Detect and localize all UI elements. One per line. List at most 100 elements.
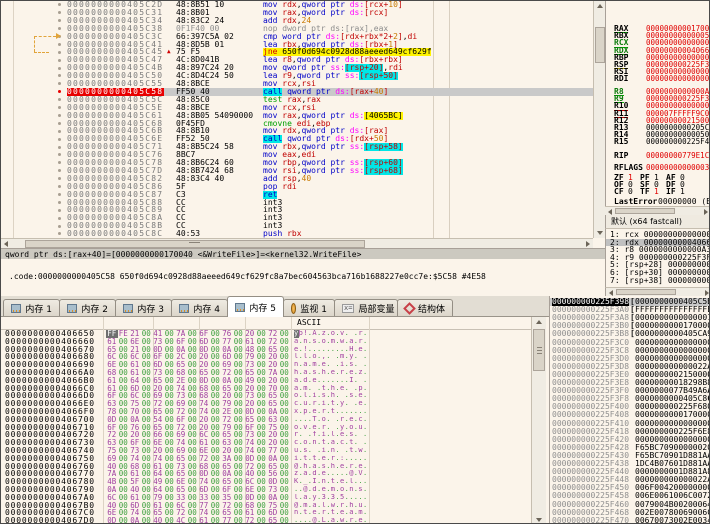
scroll-up-icon[interactable] bbox=[597, 4, 603, 8]
calling-convention-header[interactable]: 默认 (x64 fastcall) bbox=[605, 215, 710, 229]
scroll-right-icon[interactable] bbox=[586, 241, 590, 247]
disasm-row[interactable]: 0000000000405C5C48:85C0test rax,rax bbox=[1, 96, 593, 104]
tab-watch-5[interactable]: 监视 1 bbox=[283, 299, 335, 316]
scroll-down-icon[interactable] bbox=[597, 231, 603, 235]
tab-locals-6[interactable]: x=局部变量 bbox=[334, 299, 398, 316]
arguments-pane[interactable]: 1: rcx 00000000000000D82: rdx 0000000000… bbox=[605, 230, 710, 287]
instruction-bytes: 4C:8D4C24 50 bbox=[176, 72, 260, 80]
instruction-address: 0000000000405C5C bbox=[67, 96, 164, 104]
instruction-address: 0000000000405C7D bbox=[67, 167, 164, 175]
disasm-row[interactable]: 0000000000405C8248:83C4 40add rsp,40 bbox=[1, 175, 593, 183]
disasm-row[interactable]: 0000000000405C4B48:897C24 20mov qword pt… bbox=[1, 64, 593, 72]
hex-byte: 65 bbox=[267, 517, 279, 524]
tab-memory-4[interactable]: 内存 5 bbox=[227, 296, 284, 317]
disasm-row[interactable]: 0000000000405C474C:8D041Blea r8,qword pt… bbox=[1, 56, 593, 64]
instruction-text: call qword ptr ds:[rax+40] bbox=[263, 88, 431, 96]
argument-index: 7: bbox=[610, 276, 624, 285]
disasm-row[interactable]: 0000000000405C88CCint3 bbox=[1, 199, 593, 207]
disasm-row[interactable]: 0000000000405C5E48:8BCEmov rcx,rsi bbox=[1, 104, 593, 112]
instruction-bytes: 48:8B05 54090000 bbox=[176, 112, 260, 120]
ascii-char: . bbox=[363, 338, 368, 346]
disasm-row[interactable]: 0000000000405C58FF50 40call qword ptr ds… bbox=[1, 88, 593, 96]
ascii-char: . bbox=[345, 330, 350, 338]
disasm-row[interactable]: 0000000000405C7148:8B5C24 58mov rbx,qwor… bbox=[1, 143, 593, 151]
hex-byte: 00 bbox=[256, 517, 268, 524]
instruction-text: push rbx bbox=[263, 230, 431, 238]
disasm-row[interactable]: 0000000000405C768BC7mov eax,edi bbox=[1, 151, 593, 159]
disasm-row[interactable]: 0000000000405C8C40:53push rbx bbox=[1, 230, 593, 238]
ascii-char: . bbox=[326, 424, 331, 432]
disasm-row[interactable]: 0000000000405C6EFF52 50call qword ptr ds… bbox=[1, 135, 593, 143]
status-info-line: qword ptr ds:[rax+40]=[0000000000170040 … bbox=[1, 248, 605, 259]
disasm-row[interactable]: 0000000000405C6148:8B05 54090000mov rax,… bbox=[1, 112, 593, 120]
ascii-column-header: ASCII bbox=[297, 317, 321, 329]
instruction-text: lea r8,qword ptr ds:[rbx+rbx] bbox=[263, 56, 431, 64]
disassembly-pane[interactable]: 0000000000405C2D48:8B51 10mov rdx,qword … bbox=[1, 1, 593, 238]
scroll-handle[interactable] bbox=[595, 27, 605, 63]
scroll-down-icon[interactable] bbox=[536, 518, 542, 522]
hex-byte: 00 bbox=[233, 517, 245, 524]
tab-memory-0[interactable]: 内存 1 bbox=[3, 299, 60, 316]
disasm-row[interactable]: 0000000000405C380F1F40 00nop dword ptr d… bbox=[1, 25, 593, 33]
disasm-row[interactable]: 0000000000405C3C66:397C5A 02cmp word ptr… bbox=[1, 33, 593, 41]
memory-dump-pane[interactable]: ASCII 0000000000406650FFFE210041007A006F… bbox=[1, 317, 549, 524]
instruction-bytes: 0F1F40 00 bbox=[176, 25, 260, 33]
argument-row[interactable]: 7: [rsp+38] 0000000000000 bbox=[606, 277, 710, 285]
ascii-char: . bbox=[326, 416, 331, 424]
dump-address: 00000000004067D0 bbox=[5, 517, 95, 524]
register-row[interactable]: RIP00000000779E1CF0 bbox=[606, 152, 710, 159]
disasm-row[interactable]: 0000000000405C8ACCint3 bbox=[1, 214, 593, 222]
stack-row[interactable]: 000000000225F47000670073002E0034 bbox=[550, 517, 710, 524]
tab-struct-7[interactable]: 结构体 bbox=[397, 299, 453, 316]
disasm-row[interactable]: 0000000000405C865Fpop rdi bbox=[1, 183, 593, 191]
tab-memory-2[interactable]: 内存 3 bbox=[115, 299, 172, 316]
register-row[interactable]: RFLAGS00000000000003 bbox=[606, 164, 710, 171]
scroll-handle[interactable] bbox=[616, 289, 676, 295]
ascii-char: . bbox=[363, 517, 368, 524]
ascii-char: . bbox=[354, 439, 359, 447]
instruction-address: 0000000000405C71 bbox=[67, 143, 164, 151]
stack-pane[interactable]: 000000000225F398[0000000000405C5B0000000… bbox=[549, 296, 710, 524]
last-error-row: LastError00000000 (ER bbox=[606, 198, 710, 205]
instruction-bytes: 48:8B10 bbox=[176, 127, 260, 135]
flag-name: IF bbox=[666, 188, 676, 195]
disasm-row[interactable]: 0000000000405C5548:8BCEmov rcx,rsi bbox=[1, 80, 593, 88]
disasm-row[interactable]: 0000000000405C680F45FDcmovne edi,ebp bbox=[1, 120, 593, 128]
instruction-bytes: 5F bbox=[176, 183, 260, 191]
tab-memory-1[interactable]: 内存 2 bbox=[59, 299, 116, 316]
flag-value: 1 bbox=[654, 188, 659, 195]
register-value: 000000000225F418 bbox=[646, 138, 710, 145]
memory-icon bbox=[11, 304, 21, 313]
row-dot-icon bbox=[58, 169, 61, 172]
disasm-row[interactable]: 0000000000405C7D48:8B7424 68mov rsi,qwor… bbox=[1, 167, 593, 175]
scroll-left-icon[interactable] bbox=[4, 241, 8, 247]
disasm-row[interactable]: 0000000000405C6B48:8B10mov rdx,qword ptr… bbox=[1, 127, 593, 135]
scroll-handle[interactable] bbox=[615, 208, 675, 214]
register-row[interactable]: R15000000000225F418 bbox=[606, 138, 710, 145]
register-name: RDI bbox=[614, 75, 628, 82]
scroll-up-icon[interactable] bbox=[536, 320, 542, 324]
ascii-char: . bbox=[363, 385, 368, 393]
ascii-char: . bbox=[363, 494, 368, 502]
disasm-row[interactable]: 0000000000405C4148:8D5B 01lea rbx,qword … bbox=[1, 41, 593, 49]
disasm-row[interactable]: 0000000000405C3448:83C2 24add rdx,24 bbox=[1, 17, 593, 25]
disasm-row[interactable]: 0000000000405C87C3ret bbox=[1, 191, 593, 199]
tab-memory-3[interactable]: 内存 4 bbox=[171, 299, 228, 316]
disasm-row[interactable]: 0000000000405C8BCCint3 bbox=[1, 222, 593, 230]
disasm-row[interactable]: 0000000000405C504C:8D4C24 50lea r9,qword… bbox=[1, 72, 593, 80]
instruction-bytes: 4C:8D041B bbox=[176, 56, 260, 64]
disasm-row[interactable]: 0000000000405C89CCint3 bbox=[1, 206, 593, 214]
dump-row[interactable]: 00000000004067D00D000A0040004C0061007700… bbox=[1, 517, 531, 524]
instruction-address: 0000000000405C8B bbox=[67, 222, 164, 230]
disasm-row[interactable]: 0000000000405C2D48:8B51 10mov rdx,qword … bbox=[1, 1, 593, 9]
register-row[interactable]: RDI0000000000000000 bbox=[606, 75, 710, 82]
tab-label: 监视 1 bbox=[300, 302, 327, 315]
dump-vscrollbar[interactable] bbox=[531, 317, 546, 524]
instruction-address: 0000000000405C3C bbox=[67, 33, 164, 41]
disasm-row[interactable]: 0000000000405C7848:8B6C24 60mov rbp,qwor… bbox=[1, 159, 593, 167]
disasm-row[interactable]: 0000000000405C45▲75 F5jne 650f0d694c0928… bbox=[1, 48, 593, 56]
instruction-address: 0000000000405C87 bbox=[67, 191, 164, 199]
disasm-row[interactable]: 0000000000405C3148:8B01mov rax,qword ptr… bbox=[1, 9, 593, 17]
row-dot-icon bbox=[58, 11, 61, 14]
instruction-text: mov rbx,qword ptr ss:[rsp+58] bbox=[263, 143, 431, 151]
